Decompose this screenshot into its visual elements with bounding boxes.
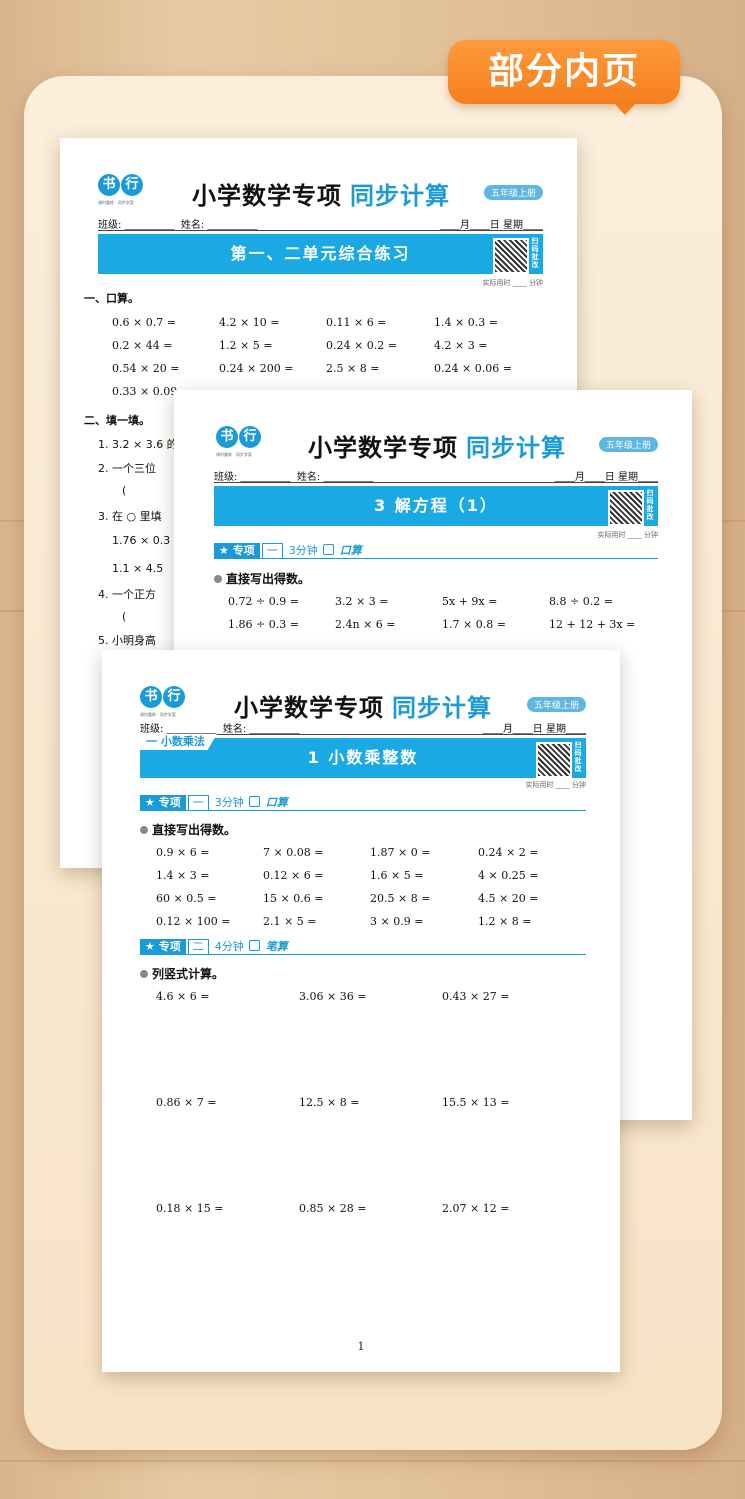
page-title: 小学数学专项 同步计算 (234, 694, 492, 722)
time-spent: 实际用时 ____ 分钟 (525, 781, 586, 789)
qr-code-icon (608, 490, 644, 526)
page-title: 小学数学专项 同步计算 (308, 434, 566, 462)
instruction-heading: 列竖式计算。 (140, 965, 224, 982)
fill-item: 4. 一个正方 (98, 588, 156, 601)
lesson-title-bar: 3 解方程（1） 扫码批改 (214, 486, 658, 526)
grade-badge: 五年级上册 (598, 437, 658, 452)
practice-section-header: ★ 专项一 3分钟 口算 (214, 542, 658, 559)
section-heading: 二、填一填。 (84, 414, 150, 427)
time-spent: 实际用时 ____ 分钟 (482, 279, 543, 287)
fill-item: 1.1 × 4.5 (112, 562, 164, 575)
section-heading: 一、口算。 (84, 292, 139, 305)
qr-code-icon (493, 238, 529, 274)
clock-icon (248, 940, 260, 951)
check-icon (140, 970, 148, 978)
check-icon (214, 575, 222, 583)
fill-item: ( (122, 484, 127, 497)
fill-item: 1. 3.2 × 3.6 的 (98, 438, 178, 451)
fill-item: 1.76 × 0.3 (112, 534, 171, 547)
student-info-line: 班级: __________ 姓名: __________ ____月____日… (98, 216, 543, 231)
page-title: 小学数学专项 同步计算 (192, 182, 450, 210)
fill-item: 5. 小明身高 (98, 634, 156, 647)
practice-section-header: ★ 专项二 4分钟 笔算 (140, 938, 586, 955)
check-icon (140, 826, 148, 834)
fill-item: 3. 在 ○ 里填 (98, 510, 162, 523)
clock-icon (248, 796, 260, 807)
page-number: 1 (357, 1340, 365, 1353)
wood-grain (0, 1460, 745, 1462)
time-spent: 实际用时 ____ 分钟 (597, 531, 658, 539)
publisher-logo: 书 行 课时重练 · 同步学案 (140, 686, 188, 722)
student-info-line: 班级: __________ 姓名: __________ ____月____日… (140, 720, 586, 735)
unit-tag: 一 小数乘法 (140, 734, 217, 750)
grade-badge: 五年级上册 (526, 697, 586, 712)
publisher-logo: 书 行 课时重练 · 同步学案 (98, 174, 146, 210)
section-badge: 部分内页 (448, 40, 680, 115)
instruction-heading: 直接写出得数。 (140, 821, 236, 838)
fill-item: ( (122, 610, 127, 623)
practice-section-header: ★ 专项一 3分钟 口算 (140, 794, 586, 811)
lesson-title-bar: 第一、二单元综合练习 扫码批改 (98, 234, 543, 274)
qr-code-icon (536, 742, 572, 778)
worksheet-page-3: 书 行 课时重练 · 同步学案 小学数学专项 同步计算 五年级上册 班级: ___… (102, 650, 620, 1372)
grade-badge: 五年级上册 (483, 185, 543, 200)
publisher-logo: 书 行 课时重练 · 同步学案 (216, 426, 264, 462)
clock-icon (322, 544, 334, 555)
instruction-heading: 直接写出得数。 (214, 570, 310, 587)
fill-item: 2. 一个三位 (98, 462, 156, 475)
student-info-line: 班级: __________ 姓名: __________ ____月____日… (214, 468, 658, 483)
lesson-title-bar: 一 小数乘法 1 小数乘整数 扫码批改 (140, 734, 586, 778)
